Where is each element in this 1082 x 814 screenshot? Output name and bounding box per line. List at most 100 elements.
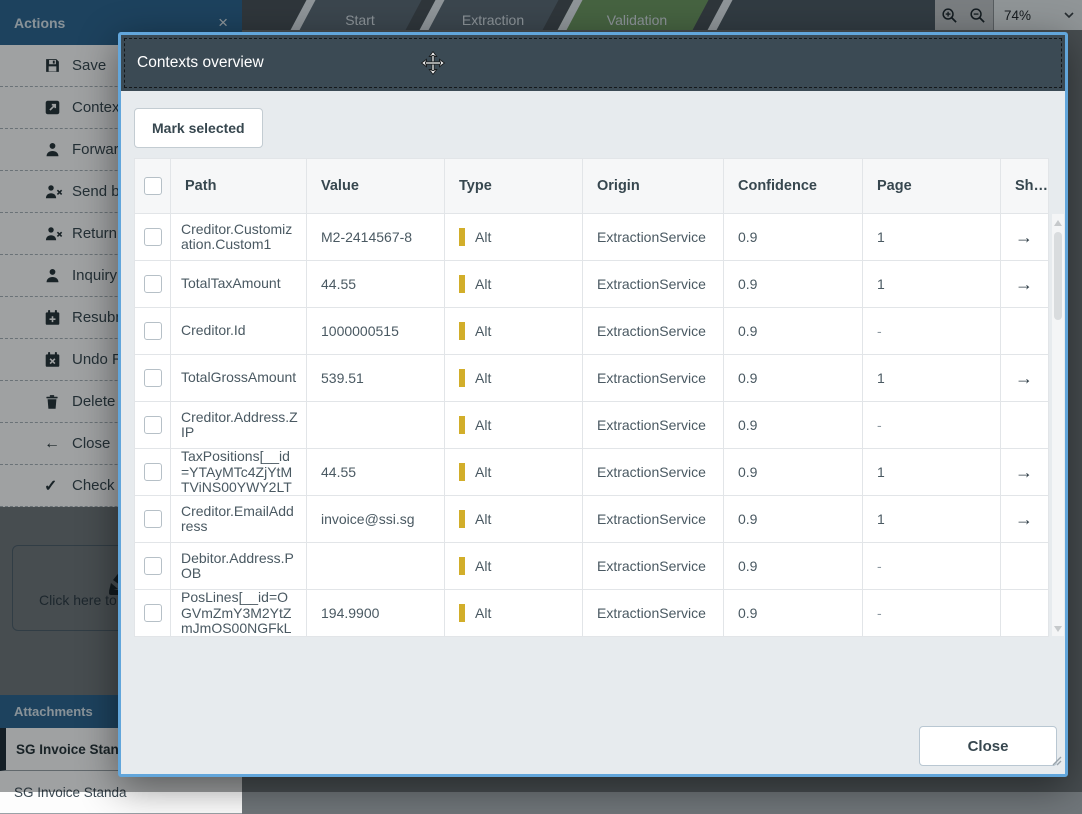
show-arrow-icon[interactable]: → bbox=[1015, 462, 1033, 482]
column-header-page[interactable]: Page bbox=[862, 158, 1001, 214]
table-row[interactable]: Debitor.Address.POB Alt ExtractionService 0… bbox=[134, 542, 1049, 590]
column-header-type[interactable]: Type bbox=[444, 158, 583, 214]
resize-handle[interactable] bbox=[1051, 753, 1062, 771]
type-cell: Alt bbox=[444, 307, 583, 355]
type-indicator bbox=[459, 228, 465, 246]
column-header-path[interactable]: Path bbox=[170, 158, 307, 214]
dialog-close-button[interactable]: Close bbox=[919, 726, 1057, 766]
show-cell bbox=[1000, 307, 1049, 355]
contexts-table: Path Value Type Origin Confidence Page Sh… Cre… bbox=[134, 158, 1049, 637]
path-cell: Debitor.Address.POB bbox=[170, 542, 307, 590]
confidence-cell: 0.9 bbox=[723, 448, 863, 496]
type-label: Alt bbox=[475, 464, 492, 480]
show-cell: → bbox=[1000, 260, 1049, 308]
move-cursor-icon bbox=[420, 50, 446, 81]
page-cell: 1 bbox=[862, 260, 1001, 308]
type-label: Alt bbox=[475, 605, 492, 621]
type-label: Alt bbox=[475, 276, 492, 292]
table-row[interactable]: PosLines[__id=OGVmZmY3M2YtZmJmOS00NGFkLW… bbox=[134, 589, 1049, 637]
path-cell: Creditor.Id bbox=[170, 307, 307, 355]
path-value: Creditor.Id bbox=[181, 323, 246, 339]
show-cell: → bbox=[1000, 354, 1049, 402]
page-cell: 1 bbox=[862, 213, 1001, 261]
page-cell: - bbox=[862, 307, 1001, 355]
path-value: PosLines[__id=OGVmZmY3M2YtZmJmOS00NGFkLW… bbox=[181, 590, 292, 636]
show-arrow-icon[interactable]: → bbox=[1015, 509, 1033, 529]
path-cell: TotalTaxAmount bbox=[170, 260, 307, 308]
row-checkbox[interactable] bbox=[143, 604, 162, 622]
column-header-confidence[interactable]: Confidence bbox=[723, 158, 863, 214]
table-row[interactable]: Creditor.Id 1000000515 Alt ExtractionServic… bbox=[134, 307, 1049, 355]
show-arrow-icon[interactable]: → bbox=[1015, 227, 1033, 247]
path-value: Debitor.Address.POB bbox=[181, 550, 294, 581]
select-all-checkbox[interactable] bbox=[143, 177, 162, 195]
table-row[interactable]: TaxPositions[__id=YTAyMTc4ZjYtMTViNS00YW… bbox=[134, 448, 1049, 496]
show-cell: → bbox=[1000, 448, 1049, 496]
page-cell: 1 bbox=[862, 495, 1001, 543]
type-indicator bbox=[459, 416, 465, 434]
row-checkbox-cell bbox=[134, 307, 171, 355]
path-cell: TaxPositions[__id=YTAyMTc4ZjYtMTViNS00YW… bbox=[170, 448, 307, 496]
row-checkbox[interactable] bbox=[143, 228, 162, 246]
row-checkbox[interactable] bbox=[143, 275, 162, 293]
focus-outline bbox=[124, 38, 1062, 88]
mark-selected-button[interactable]: Mark selected bbox=[134, 108, 263, 148]
show-cell: → bbox=[1000, 213, 1049, 261]
type-indicator bbox=[459, 510, 465, 528]
table-scrollbar[interactable] bbox=[1052, 214, 1064, 636]
path-value: TaxPositions[__id=YTAyMTc4ZjYtMTViNS00YW… bbox=[181, 449, 293, 495]
row-checkbox[interactable] bbox=[143, 416, 162, 434]
show-arrow-icon[interactable]: → bbox=[1015, 274, 1033, 294]
type-cell: Alt bbox=[444, 213, 583, 261]
path-cell: Creditor.EmailAddress bbox=[170, 495, 307, 543]
row-checkbox[interactable] bbox=[143, 369, 162, 387]
table-row[interactable]: TotalTaxAmount 44.55 Alt ExtractionService 0… bbox=[134, 260, 1049, 308]
row-checkbox-cell bbox=[134, 448, 171, 496]
page-cell: - bbox=[862, 401, 1001, 449]
row-checkbox-cell bbox=[134, 401, 171, 449]
confidence-cell: 0.9 bbox=[723, 401, 863, 449]
type-label: Alt bbox=[475, 229, 492, 245]
show-cell bbox=[1000, 542, 1049, 590]
value-cell: 44.55 bbox=[306, 260, 445, 308]
row-checkbox[interactable] bbox=[143, 463, 162, 481]
row-checkbox[interactable] bbox=[143, 557, 162, 575]
show-cell bbox=[1000, 589, 1049, 637]
column-header-value[interactable]: Value bbox=[306, 158, 445, 214]
value-cell bbox=[306, 401, 445, 449]
table-row[interactable]: Creditor.EmailAddress invoice@ssi.sg Alt Ex… bbox=[134, 495, 1049, 543]
path-value: TotalGrossAmount bbox=[181, 370, 297, 386]
origin-cell: ExtractionService bbox=[582, 589, 724, 637]
column-header-sh[interactable]: Sh… bbox=[1000, 158, 1049, 214]
path-value: Creditor.Customization.Custom1 bbox=[181, 221, 293, 252]
confidence-cell: 0.9 bbox=[723, 542, 863, 590]
row-checkbox-cell bbox=[134, 260, 171, 308]
scroll-up-arrow-icon[interactable] bbox=[1054, 220, 1062, 226]
page-cell: - bbox=[862, 542, 1001, 590]
type-indicator bbox=[459, 322, 465, 340]
origin-cell: ExtractionService bbox=[582, 495, 724, 543]
dialog-header[interactable]: Contexts overview bbox=[121, 35, 1065, 91]
table-row[interactable]: Creditor.Address.ZIP Alt ExtractionService… bbox=[134, 401, 1049, 449]
type-cell: Alt bbox=[444, 260, 583, 308]
type-cell: Alt bbox=[444, 542, 583, 590]
column-header-origin[interactable]: Origin bbox=[582, 158, 724, 214]
row-checkbox[interactable] bbox=[143, 510, 162, 528]
path-cell: TotalGrossAmount bbox=[170, 354, 307, 402]
row-checkbox-cell bbox=[134, 589, 171, 637]
row-checkbox[interactable] bbox=[143, 322, 162, 340]
origin-cell: ExtractionService bbox=[582, 401, 724, 449]
show-arrow-icon[interactable]: → bbox=[1015, 368, 1033, 388]
value-cell: 1000000515 bbox=[306, 307, 445, 355]
path-value: Creditor.Address.ZIP bbox=[181, 409, 298, 440]
table-row[interactable]: Creditor.Customization.Custom1 M2-2414567… bbox=[134, 213, 1049, 261]
scroll-down-arrow-icon[interactable] bbox=[1054, 626, 1062, 632]
value-cell: M2-2414567-8 bbox=[306, 213, 445, 261]
page-cell: 1 bbox=[862, 448, 1001, 496]
confidence-cell: 0.9 bbox=[723, 589, 863, 637]
show-cell: → bbox=[1000, 495, 1049, 543]
scrollbar-thumb[interactable] bbox=[1054, 232, 1062, 320]
type-indicator bbox=[459, 557, 465, 575]
contexts-table-wrap: Path Value Type Origin Confidence Page Sh… Cre… bbox=[134, 158, 1064, 637]
table-row[interactable]: TotalGrossAmount 539.51 Alt ExtractionServi… bbox=[134, 354, 1049, 402]
